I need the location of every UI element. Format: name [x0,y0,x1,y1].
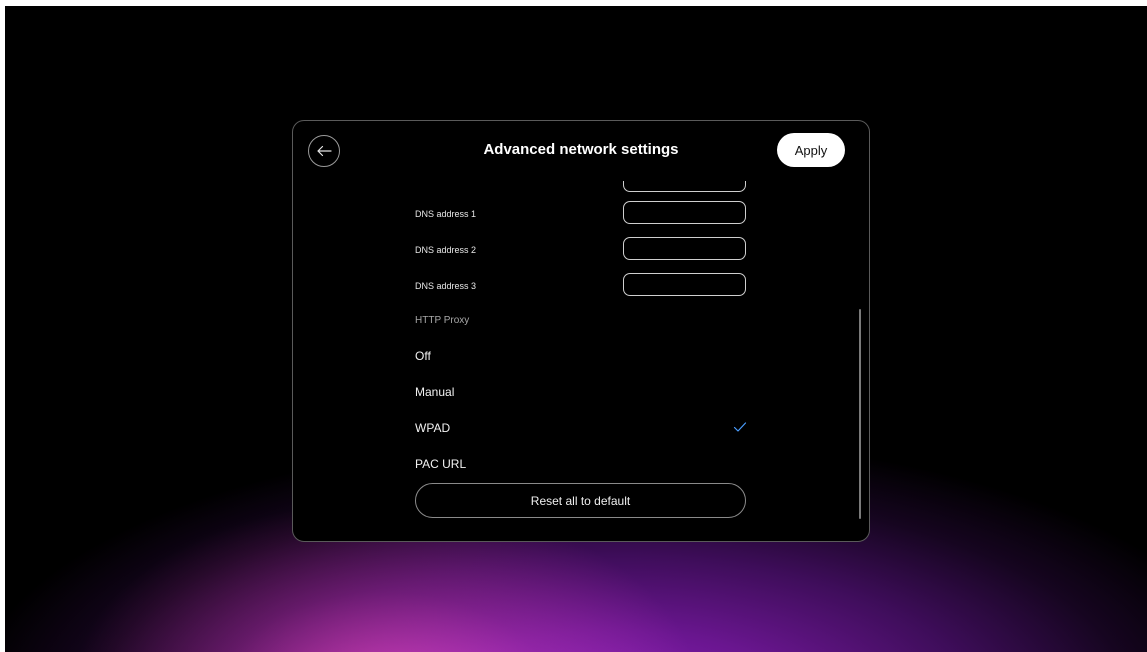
dns-address-1-label: DNS address 1 [415,209,477,219]
proxy-option-label: PAC URL [415,457,467,471]
proxy-option-wpad[interactable]: WPAD [415,416,747,440]
dns-address-3-label: DNS address 3 [415,281,477,291]
proxy-option-label: WPAD [415,421,451,435]
apply-button[interactable]: Apply [777,133,845,167]
dns-address-1-field[interactable] [623,201,746,224]
proxy-option-off[interactable]: Off [415,344,747,368]
dns-address-2-field[interactable] [623,237,746,260]
checkmark-icon [733,422,747,432]
previous-field[interactable] [623,181,746,192]
reset-all-button[interactable]: Reset all to default [415,483,746,518]
scrollbar[interactable] [859,309,861,519]
settings-dialog: Advanced network settings Apply DNS addr… [292,120,870,542]
proxy-option-label: Off [415,349,431,363]
proxy-option-label: Manual [415,385,455,399]
screen-background: Advanced network settings Apply DNS addr… [5,6,1147,652]
dns-address-3-field[interactable] [623,273,746,296]
dialog-header: Advanced network settings Apply [293,121,869,181]
settings-scroll-area[interactable]: DNS address 1 DNS address 2 DNS address … [293,181,869,541]
proxy-option-pac-url[interactable]: PAC URL [415,452,747,476]
proxy-option-manual[interactable]: Manual [415,380,747,404]
dns-address-2-label: DNS address 2 [415,245,477,255]
http-proxy-heading: HTTP Proxy [415,315,470,326]
